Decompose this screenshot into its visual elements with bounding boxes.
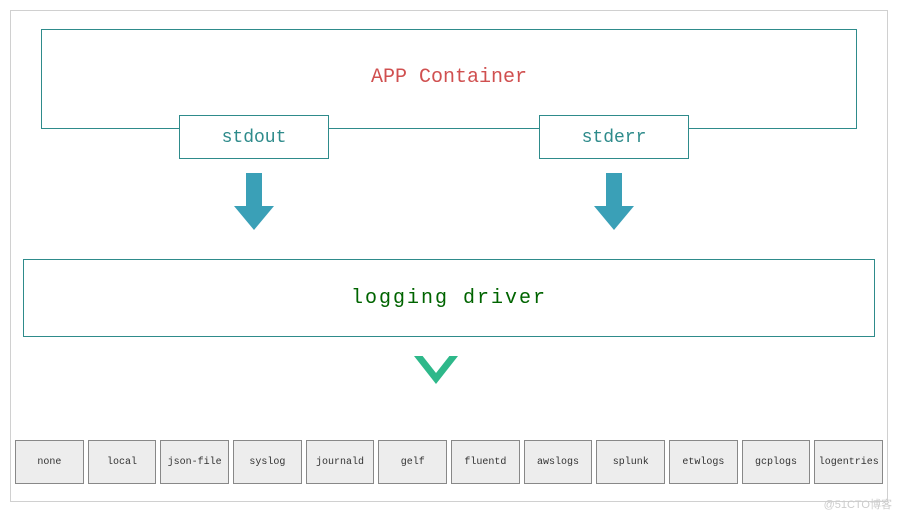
driver-label: none [37,457,61,468]
driver-item: etwlogs [669,440,738,484]
driver-item: syslog [233,440,302,484]
driver-label: json-file [168,457,222,468]
driver-item: local [88,440,157,484]
logging-driver-box: logging driver [23,259,875,337]
drivers-row: none local json-file syslog journald gel… [15,440,883,484]
watermark-text: @51CTO博客 [824,496,892,512]
driver-label: gcplogs [755,457,797,468]
driver-label: gelf [401,457,425,468]
app-container-box: APP Container [41,29,857,129]
driver-item: none [15,440,84,484]
stdout-label: stdout [222,128,287,148]
arrow-down-icon [234,173,274,233]
driver-item: awslogs [524,440,593,484]
driver-item: gcplogs [742,440,811,484]
driver-label: local [107,457,137,468]
driver-label: journald [316,457,364,468]
stderr-box: stderr [539,115,689,159]
driver-label: syslog [249,457,285,468]
driver-item: splunk [596,440,665,484]
app-container-label: APP Container [371,66,527,89]
driver-label: awslogs [537,457,579,468]
logging-driver-label: logging driver [351,287,547,310]
driver-item: fluentd [451,440,520,484]
diagram-frame: APP Container stdout stderr logging driv… [10,10,888,502]
driver-label: logentries [819,457,879,468]
driver-item: logentries [814,440,883,484]
driver-label: etwlogs [682,457,724,468]
driver-label: splunk [613,457,649,468]
stderr-label: stderr [582,128,647,148]
driver-label: fluentd [464,457,506,468]
driver-item: gelf [378,440,447,484]
driver-item: journald [306,440,375,484]
stdout-box: stdout [179,115,329,159]
arrow-down-icon [594,173,634,233]
driver-item: json-file [160,440,229,484]
